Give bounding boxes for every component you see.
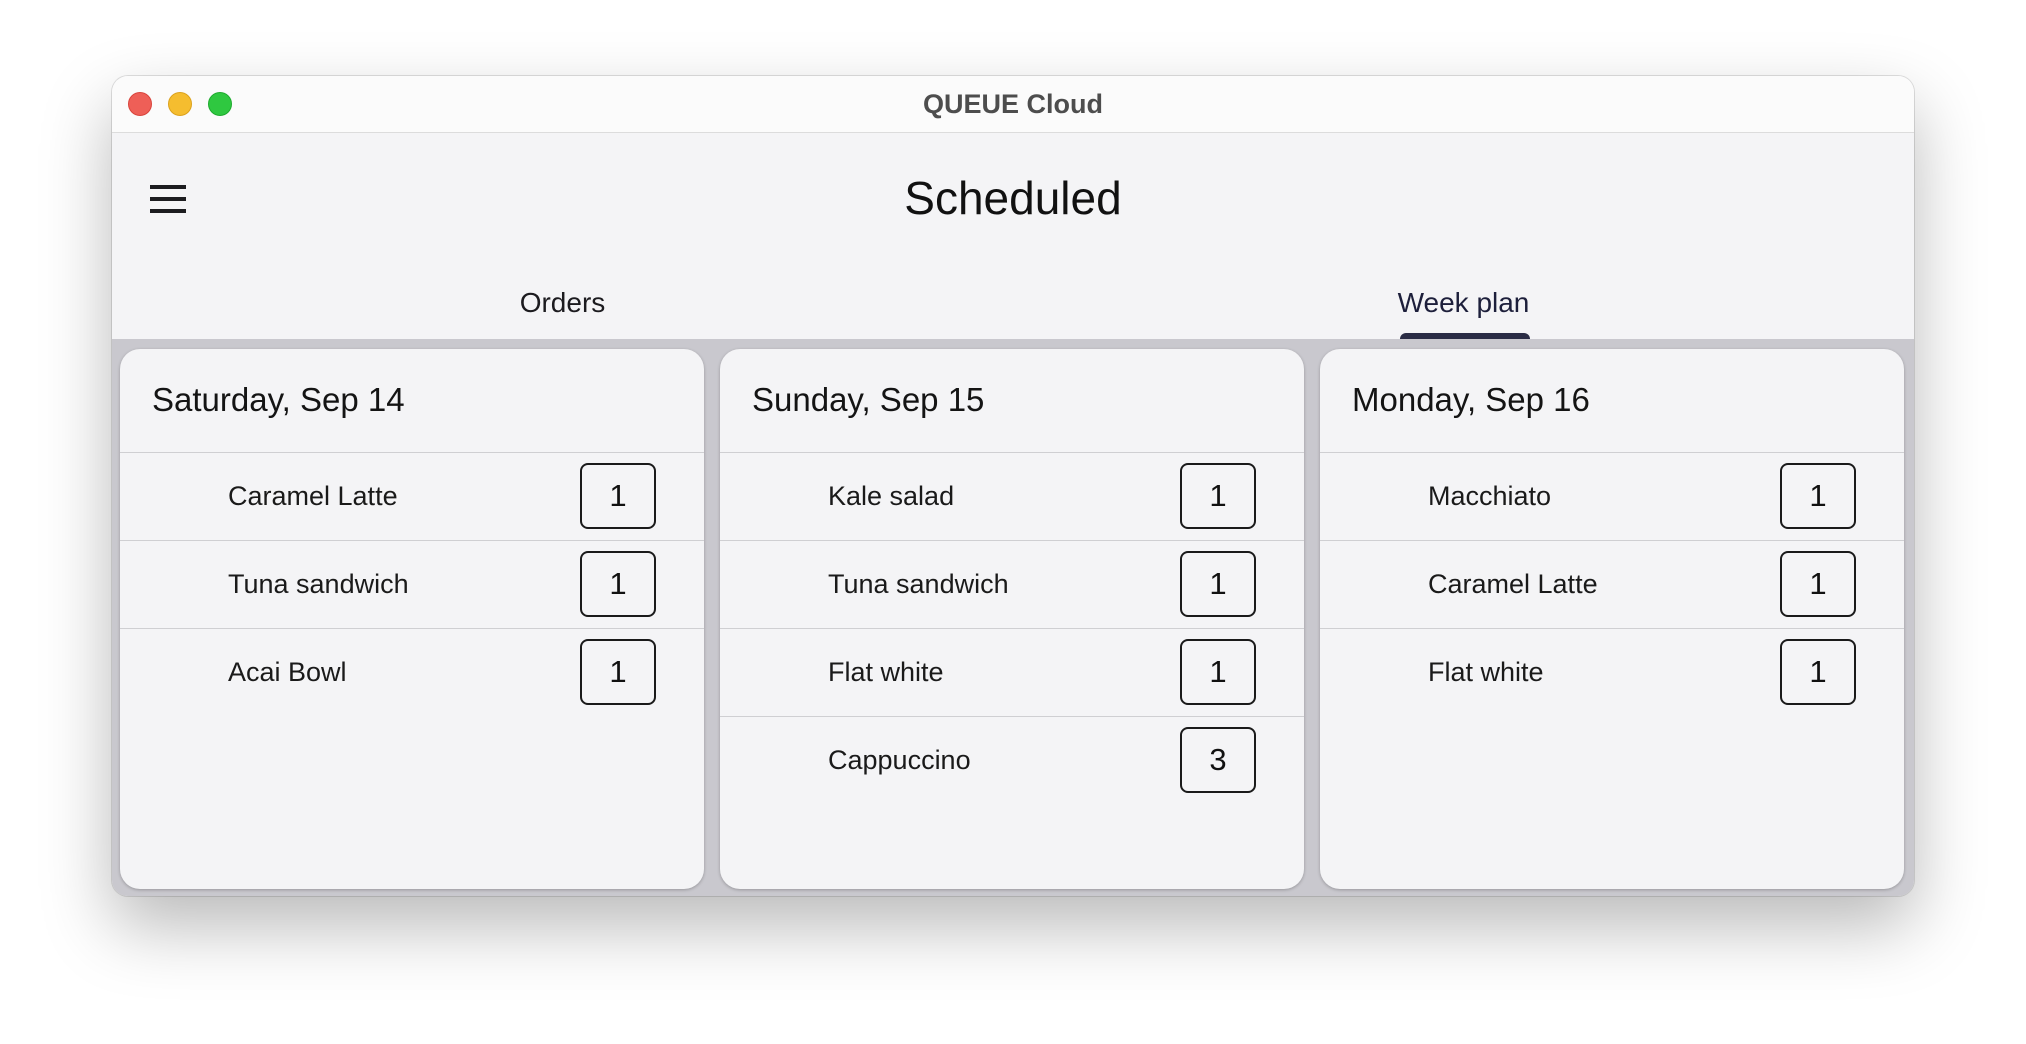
quantity-field[interactable]: 1 bbox=[1180, 463, 1256, 529]
title-bar: QUEUE Cloud bbox=[112, 76, 1914, 133]
day-card: Saturday, Sep 14 Caramel Latte 1 Tuna sa… bbox=[120, 349, 704, 889]
day-card: Sunday, Sep 15 Kale salad 1 Tuna sandwic… bbox=[720, 349, 1304, 889]
week-plan-content: Saturday, Sep 14 Caramel Latte 1 Tuna sa… bbox=[112, 339, 1914, 896]
item-name: Caramel Latte bbox=[228, 481, 398, 511]
app-window: QUEUE Cloud Scheduled Orders Week plan S… bbox=[112, 76, 1914, 896]
list-item: Flat white 1 bbox=[720, 629, 1304, 717]
list-item: Cappuccino 3 bbox=[720, 717, 1304, 804]
day-card-title: Monday, Sep 16 bbox=[1320, 349, 1904, 453]
quantity-field[interactable]: 1 bbox=[580, 551, 656, 617]
item-name: Cappuccino bbox=[828, 745, 971, 775]
quantity-field[interactable]: 1 bbox=[1780, 551, 1856, 617]
quantity-field[interactable]: 1 bbox=[1780, 463, 1856, 529]
quantity-field[interactable]: 1 bbox=[1180, 639, 1256, 705]
item-name: Macchiato bbox=[1428, 481, 1552, 511]
day-card-title: Sunday, Sep 15 bbox=[720, 349, 1304, 453]
page-title: Scheduled bbox=[904, 172, 1122, 224]
item-name: Flat white bbox=[828, 657, 944, 687]
item-name: Flat white bbox=[1428, 657, 1544, 687]
list-item: Caramel Latte 1 bbox=[1320, 541, 1904, 629]
day-card-title: Saturday, Sep 14 bbox=[120, 349, 704, 453]
quantity-field[interactable]: 3 bbox=[1180, 727, 1256, 793]
quantity-field[interactable]: 1 bbox=[1780, 639, 1856, 705]
item-name: Tuna sandwich bbox=[228, 569, 409, 599]
tab-week-plan[interactable]: Week plan bbox=[1013, 263, 1914, 343]
quantity-field[interactable]: 1 bbox=[580, 639, 656, 705]
item-name: Caramel Latte bbox=[1428, 569, 1598, 599]
list-item: Tuna sandwich 1 bbox=[720, 541, 1304, 629]
day-card: Monday, Sep 16 Macchiato 1 Caramel Latte… bbox=[1320, 349, 1904, 889]
list-item: Kale salad 1 bbox=[720, 453, 1304, 541]
list-item: Caramel Latte 1 bbox=[120, 453, 704, 541]
list-item: Flat white 1 bbox=[1320, 629, 1904, 716]
list-item: Macchiato 1 bbox=[1320, 453, 1904, 541]
quantity-field[interactable]: 1 bbox=[580, 463, 656, 529]
list-item: Acai Bowl 1 bbox=[120, 629, 704, 716]
window-title: QUEUE Cloud bbox=[923, 89, 1103, 119]
list-item: Tuna sandwich 1 bbox=[120, 541, 704, 629]
item-name: Tuna sandwich bbox=[828, 569, 1009, 599]
item-name: Acai Bowl bbox=[228, 657, 347, 687]
quantity-field[interactable]: 1 bbox=[1180, 551, 1256, 617]
tab-orders[interactable]: Orders bbox=[112, 263, 1013, 343]
item-name: Kale salad bbox=[828, 481, 955, 511]
